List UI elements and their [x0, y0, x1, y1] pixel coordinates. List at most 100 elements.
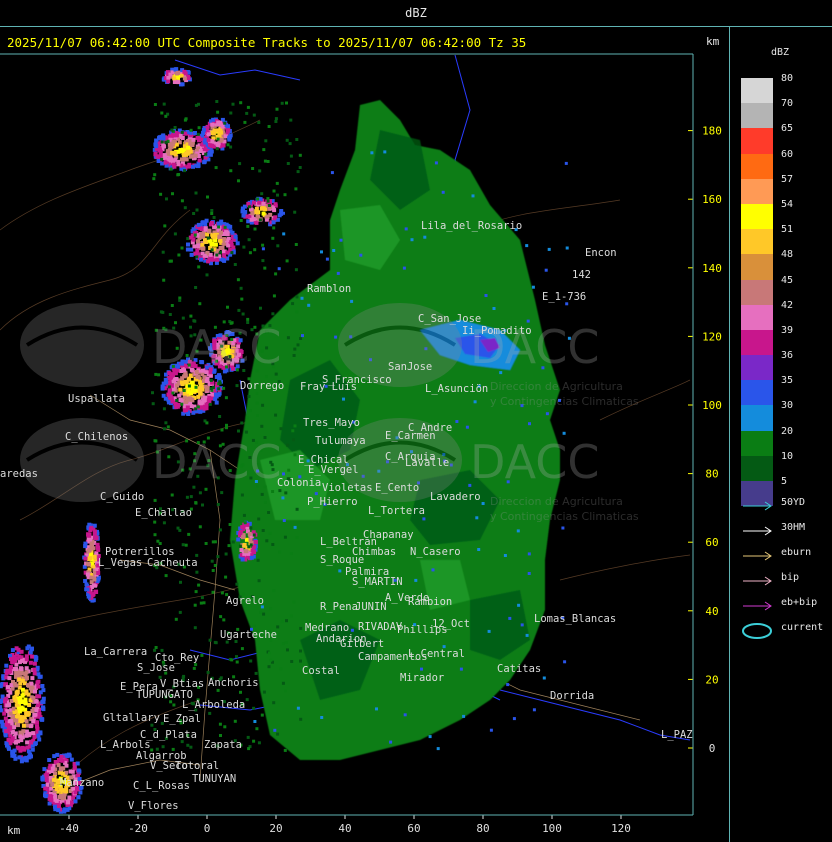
place-label: Dorrida — [550, 690, 594, 702]
watermark-text: DACC — [470, 435, 600, 489]
place-label: Dorrego — [240, 380, 284, 392]
place-label: Tres_Mayo — [303, 417, 360, 429]
legend-row: 48 — [741, 249, 803, 280]
track-legend-label: bip — [781, 572, 800, 583]
place-label: Violetas — [322, 482, 373, 494]
ellipse-icon — [742, 623, 772, 639]
place-label: Ugarteche — [220, 629, 277, 641]
place-label: C_L_Rosas — [133, 780, 190, 792]
legend-swatch — [741, 128, 773, 154]
legend-label: 57 — [781, 173, 794, 185]
legend-row: 57 — [741, 174, 803, 204]
legend-label: 20 — [781, 425, 794, 437]
legend-label: 36 — [781, 350, 794, 362]
y-tick-label: 140 — [702, 262, 722, 275]
place-label: C_San_Jose — [418, 313, 481, 325]
y-tick-label: 160 — [702, 193, 722, 206]
x-tick-label: 60 — [407, 822, 420, 835]
place-label: TUNUYAN — [192, 773, 236, 785]
legend-swatch — [741, 203, 773, 230]
place-label: Gilbert — [340, 638, 384, 650]
legend-row: 60 — [741, 149, 803, 179]
track-legend-item: bip — [741, 571, 831, 596]
place-label: Zapata — [204, 739, 242, 751]
legend-swatch — [741, 229, 773, 255]
place-label: Colonia — [277, 477, 321, 489]
legend-row: 80 — [741, 73, 803, 104]
arrow-icon — [743, 601, 772, 611]
y-tick-label: 40 — [705, 605, 718, 618]
y-tick-label: 100 — [702, 399, 722, 412]
place-label: Chapanay — [363, 529, 414, 541]
place-label: Manzano — [60, 777, 104, 789]
legend-row: 20 — [741, 426, 803, 456]
legend-label: 54 — [781, 198, 794, 210]
radar-map[interactable]: DACC DACCDACC DACCDireccion de Agricultura… — [0, 0, 832, 842]
place-label: 12_Oct — [432, 618, 470, 630]
place-label: Tulumaya — [315, 435, 366, 447]
place-label: S_Roque — [320, 554, 364, 566]
place-label: Encon — [585, 247, 617, 259]
place-label: L_Tortera — [368, 505, 425, 517]
place-label: Ramblon — [307, 283, 351, 295]
legend-swatch — [741, 153, 773, 179]
track-legend-item: current — [741, 621, 831, 646]
x-tick-label: -20 — [128, 822, 148, 835]
place-label: 142 — [572, 269, 591, 281]
legend-row: 10 — [741, 451, 803, 481]
km-unit-bottom: km — [7, 824, 21, 837]
place-label: JUNIN — [355, 601, 387, 613]
y-tick-label: 0 — [709, 742, 716, 755]
y-tick-label: 20 — [705, 673, 718, 686]
track-legend-label: current — [781, 622, 824, 633]
x-tick-label: 40 — [338, 822, 351, 835]
legend-label: 65 — [781, 123, 794, 135]
legend-label: 51 — [781, 224, 794, 236]
place-label: P_Hierro — [307, 496, 358, 508]
legend-swatch — [741, 380, 773, 406]
legend-swatch — [741, 254, 773, 280]
place-label: Totoral — [175, 760, 219, 772]
legend-label: 48 — [781, 249, 794, 261]
place-label: C_Guido — [100, 491, 144, 503]
place-label: Agrelo — [226, 595, 264, 607]
place-label: Costal — [302, 665, 340, 677]
dbz-color-scale: 80 70 65 60 57 54 51 48 45 42 39 36 35 30 20 10 5 — [741, 73, 803, 507]
legend-row: 42 — [741, 300, 803, 330]
place-label: Lila_del_Rosario — [421, 220, 522, 232]
watermark-text: DACC — [152, 435, 282, 489]
legend-swatch — [741, 178, 773, 204]
place-label: Ii_Pomadito — [462, 325, 532, 337]
legend-label: 39 — [781, 324, 794, 336]
composite-track-header: 2025/11/07 06:42:00 UTC Composite Tracks… — [7, 35, 527, 50]
legend-label: 42 — [781, 299, 794, 311]
y-tick-label: 120 — [702, 330, 722, 343]
x-tick-label: -40 — [59, 822, 79, 835]
y-tick-label: 80 — [705, 468, 718, 481]
legend-swatch — [741, 329, 773, 356]
place-label: E_Vergel — [308, 464, 359, 476]
legend-row: 45 — [741, 275, 803, 305]
legend-row: 54 — [741, 199, 803, 230]
legend-label: 60 — [781, 148, 794, 160]
place-label: Uspallata — [68, 393, 125, 405]
x-tick-label: 100 — [542, 822, 562, 835]
legend-row: 30 — [741, 400, 803, 431]
legend-swatch — [741, 405, 773, 431]
watermark-subtext: Direccion de Agricultura — [490, 495, 623, 508]
legend-title: dBZ — [771, 47, 790, 58]
place-label: Gltallary — [103, 712, 160, 724]
legend-swatch — [741, 430, 773, 456]
track-legend-item: 30HM — [741, 521, 831, 546]
arrow-icon — [743, 526, 772, 536]
legend-row: 36 — [741, 350, 803, 381]
legend-row: 39 — [741, 325, 803, 356]
arrow-icon — [743, 551, 772, 561]
x-tick-label: 120 — [611, 822, 631, 835]
place-label: V_Flores — [128, 800, 179, 812]
place-label: C_Chilenos — [65, 431, 128, 443]
place-label: E_Challao — [135, 507, 192, 519]
legend-swatch — [741, 355, 773, 381]
arrow-icon — [743, 576, 772, 586]
legend-label: 70 — [781, 98, 794, 110]
